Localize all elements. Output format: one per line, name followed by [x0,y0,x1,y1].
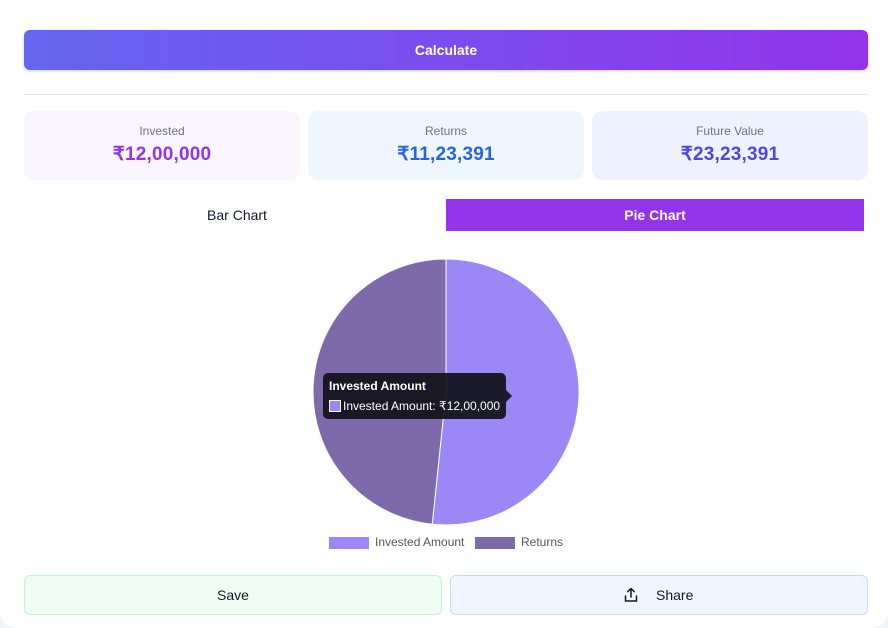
legend-label-invested: Invested Amount [375,535,465,549]
share-label: Share [656,587,694,603]
tooltip-title: Invested Amount [329,379,426,393]
tab-pie-chart[interactable]: Pie Chart [446,199,864,231]
legend-swatch-invested [329,537,369,549]
invested-stat-card: Invested ₹12,00,000 [24,111,300,180]
calculator-card: Calculate Invested ₹12,00,000 Returns ₹1… [0,0,888,628]
future-value-value: ₹23,23,391 [680,144,780,165]
tooltip-color-swatch [329,400,341,412]
chart-tooltip: Invested Amount Invested Amount: ₹12,00,… [323,373,512,419]
returns-stat-card: Returns ₹11,23,391 [308,111,584,180]
divider [24,94,868,95]
share-button[interactable]: Share [450,575,868,615]
tooltip-value: Invested Amount: ₹12,00,000 [343,399,501,413]
invested-label: Invested [139,124,185,138]
calculate-button[interactable]: Calculate [24,30,868,70]
invested-value: ₹12,00,000 [112,144,212,165]
legend-label-returns: Returns [521,535,564,549]
chart-legend: Invested Amount Returns [0,535,888,551]
legend-swatch-returns [475,537,515,549]
returns-value: ₹11,23,391 [397,144,495,165]
save-button[interactable]: Save [24,575,442,615]
share-upload-icon [624,587,638,602]
returns-label: Returns [424,124,468,138]
future-value-label: Future Value [696,124,764,138]
future-value-stat-card: Future Value ₹23,23,391 [592,111,868,180]
tab-bar-chart[interactable]: Bar Chart [28,199,446,231]
